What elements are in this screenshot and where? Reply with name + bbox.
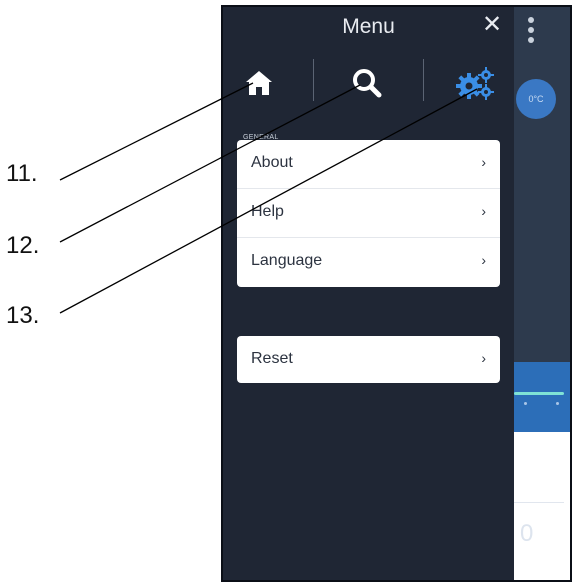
background-app: 0°C 0 <box>514 7 570 580</box>
close-icon[interactable]: ✕ <box>478 11 506 39</box>
tick-mark <box>556 402 559 405</box>
callout-11: 11. <box>6 160 38 187</box>
menu-title: Menu <box>342 15 395 38</box>
phone-screen: 0°C 0 Menu ✕ GENERAL About › Help › Lang… <box>221 5 572 582</box>
settings-gears-icon[interactable] <box>455 63 495 103</box>
icon-divider <box>423 59 424 101</box>
reset-card: Reset › <box>237 336 500 383</box>
background-panel: 0 <box>514 362 570 580</box>
menu-item-reset[interactable]: Reset › <box>237 336 500 383</box>
search-icon[interactable] <box>347 63 387 103</box>
menu-item-label: About <box>251 154 293 171</box>
menu-icon-bar <box>223 55 514 107</box>
chevron-right-icon: › <box>481 252 486 268</box>
icon-divider <box>313 59 314 101</box>
chevron-right-icon: › <box>481 350 486 366</box>
menu-item-label: Language <box>251 252 323 269</box>
temperature-bubble: 0°C <box>516 79 556 119</box>
general-card: About › Help › Language › <box>237 140 500 287</box>
menu-item-about[interactable]: About › <box>237 140 500 189</box>
divider <box>514 502 564 503</box>
menu-item-label: Reset <box>251 350 293 367</box>
kebab-menu-icon[interactable] <box>528 17 534 43</box>
ghost-digit: 0 <box>520 520 534 547</box>
chevron-right-icon: › <box>481 203 486 219</box>
tick-mark <box>524 402 527 405</box>
menu-item-label: Help <box>251 203 284 220</box>
background-band <box>514 362 570 432</box>
callout-12: 12. <box>6 232 40 259</box>
chevron-right-icon: › <box>481 154 486 170</box>
home-icon[interactable] <box>239 63 279 103</box>
callout-13: 13. <box>6 302 40 329</box>
menu-item-help[interactable]: Help › <box>237 189 500 238</box>
menu-drawer: Menu ✕ GENERAL About › Help › Language ›… <box>223 7 514 580</box>
menu-item-language[interactable]: Language › <box>237 238 500 287</box>
slider-bar <box>514 392 564 395</box>
